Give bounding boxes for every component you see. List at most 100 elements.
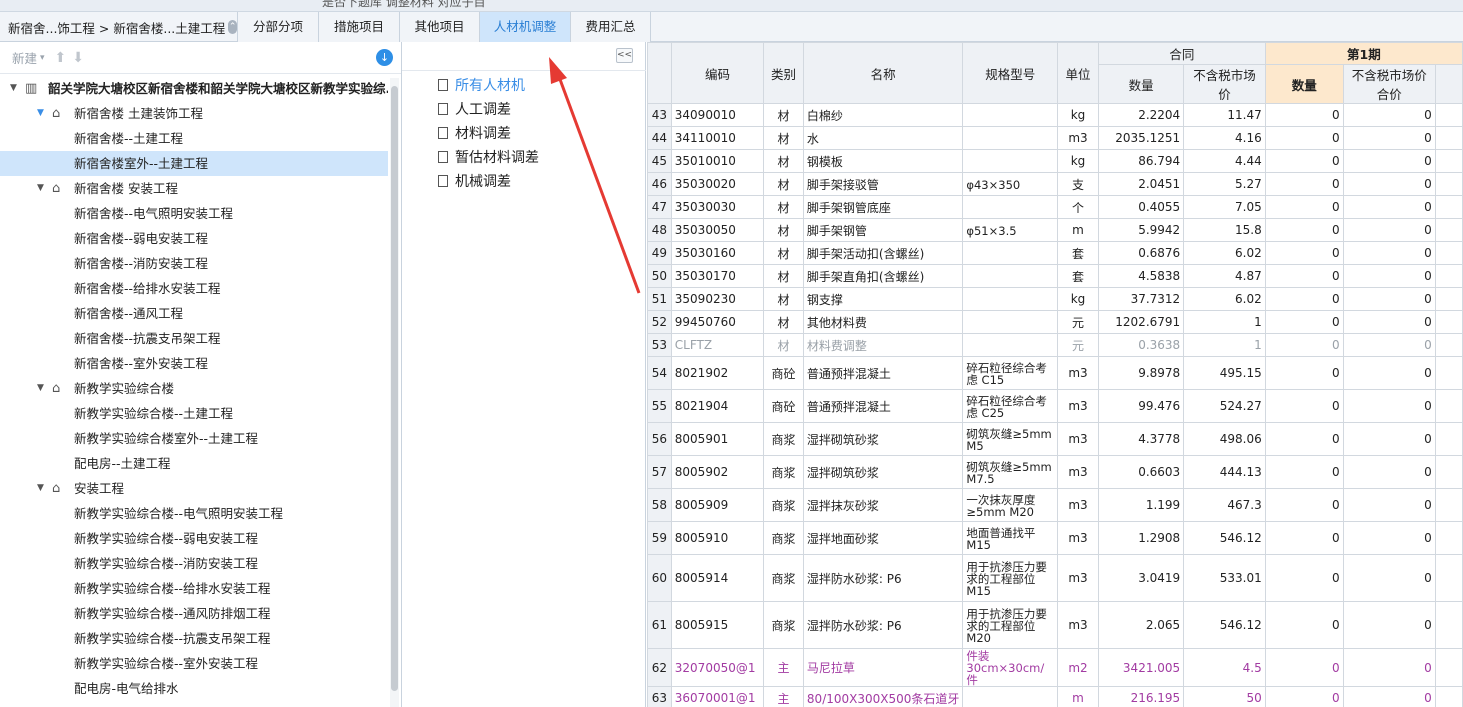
header-price[interactable]: 不含税市场价 xyxy=(1183,64,1266,104)
table-row[interactable]: 55 8021904 商砼 普通预拌混凝土 碎石粒径综合考虑 C25 m3 99.476 52… xyxy=(647,389,1463,423)
cell-name[interactable]: 马尼拉草 xyxy=(802,648,964,687)
cell-code[interactable]: 35030170 xyxy=(670,264,765,288)
breadcrumb[interactable]: 新宿舍...饰工程 > 新宿舍楼...土建工程 ⌃ xyxy=(0,12,238,42)
tab-qita[interactable]: 其他项目 xyxy=(400,12,480,42)
tree-node[interactable]: 新宿舍楼--土建工程 xyxy=(0,126,388,151)
expand-toggle-icon[interactable]: ▼ xyxy=(37,376,44,401)
cell-code[interactable]: 35010010 xyxy=(670,149,765,173)
cell-p1p[interactable]: 0 xyxy=(1342,333,1436,357)
cell-p1q[interactable]: 0 xyxy=(1264,488,1344,522)
tree-node[interactable]: 新宿舍楼室外--土建工程 xyxy=(0,151,388,176)
cell-type[interactable]: 材 xyxy=(763,333,804,357)
table-row[interactable]: 45 35010010 材钢模板 kg 86.794 4.44 0 0 xyxy=(647,149,1463,173)
cell-spec[interactable]: φ43×350 xyxy=(962,172,1059,196)
table-row[interactable]: 59 8005910 商浆 湿拌地面砂浆 地面普通找平 M15 m3 1.2908 546.1… xyxy=(647,521,1463,555)
cell-type[interactable]: 主 xyxy=(763,686,804,707)
cell-type[interactable]: 商浆 xyxy=(763,455,804,489)
cell-spec[interactable]: 碎石粒径综合考虑 C15 xyxy=(962,356,1059,390)
tree-node[interactable]: 配电房-电气给排水 xyxy=(0,676,388,701)
cell-code[interactable]: 36070001@1 xyxy=(670,686,765,707)
tree-scrollbar-thumb[interactable] xyxy=(391,86,398,691)
cell-price[interactable]: 6.02 xyxy=(1183,241,1266,265)
table-row[interactable]: 56 8005901 商浆 湿拌砌筑砂浆 砌筑灰缝≥5mm M5 m3 4.3778 498.… xyxy=(647,422,1463,456)
cell-price[interactable]: 546.12 xyxy=(1183,521,1266,555)
cell-p1p[interactable]: 0 xyxy=(1342,218,1436,242)
cell-unit[interactable]: m3 xyxy=(1057,126,1100,150)
cell-spec[interactable] xyxy=(962,333,1059,357)
cell-code[interactable]: 32070050@1 xyxy=(670,648,765,687)
cell-spec[interactable] xyxy=(962,686,1059,707)
cell-code[interactable]: 35030050 xyxy=(670,218,765,242)
move-up-icon[interactable]: ⬆ xyxy=(55,50,67,66)
tree-node[interactable]: 新宿舍楼--电气照明安装工程 xyxy=(0,201,388,226)
cell-name[interactable]: 湿拌砌筑砂浆 xyxy=(802,455,964,489)
cell-p1p[interactable]: 0 xyxy=(1342,356,1436,390)
tab-feiyong[interactable]: 费用汇总 xyxy=(571,12,651,42)
cell-code[interactable]: 8005901 xyxy=(670,422,765,456)
cell-price[interactable]: 1 xyxy=(1183,310,1266,334)
tree-node[interactable]: ▼ ▥ 韶关学院大塘校区新宿舍楼和韶关学院大塘校区新教学实验综... xyxy=(0,76,388,101)
cell-spec[interactable]: 地面普通找平 M15 xyxy=(962,521,1059,555)
cell-name[interactable]: 水 xyxy=(802,126,964,150)
cell-price[interactable]: 4.16 xyxy=(1183,126,1266,150)
cell-code[interactable]: 35090230 xyxy=(670,287,765,311)
cell-price[interactable]: 546.12 xyxy=(1183,601,1266,649)
cell-qty[interactable]: 2.065 xyxy=(1098,601,1185,649)
cell-unit[interactable]: m3 xyxy=(1057,389,1100,423)
tree-node[interactable]: 新教学实验综合楼--抗震支吊架工程 xyxy=(0,626,388,651)
table-row[interactable]: 47 35030030 材脚手架钢管底座个 0.4055 7.05 0 0 xyxy=(647,195,1463,219)
cell-spec[interactable]: φ51×3.5 xyxy=(962,218,1059,242)
cell-name[interactable]: 80/100X300X500条石道牙 xyxy=(802,686,964,707)
cell-unit[interactable]: m xyxy=(1057,686,1100,707)
cell-p1q[interactable]: 0 xyxy=(1264,172,1344,196)
cell-price[interactable]: 15.8 xyxy=(1183,218,1266,242)
cell-price[interactable]: 4.5 xyxy=(1183,648,1266,687)
cell-name[interactable]: 脚手架钢管 xyxy=(802,218,964,242)
cell-qty[interactable]: 0.4055 xyxy=(1098,195,1185,219)
cell-spec[interactable] xyxy=(962,126,1059,150)
cell-spec[interactable] xyxy=(962,264,1059,288)
cell-name[interactable]: 材料费调整 xyxy=(802,333,964,357)
tree-node[interactable]: 新教学实验综合楼--土建工程 xyxy=(0,401,388,426)
expand-toggle-icon[interactable]: ▼ xyxy=(37,476,44,501)
header-p1-qty[interactable]: 数量 xyxy=(1264,64,1344,104)
cell-price[interactable]: 7.05 xyxy=(1183,195,1266,219)
cell-type[interactable]: 材 xyxy=(763,287,804,311)
cell-spec[interactable]: 碎石粒径综合考虑 C25 xyxy=(962,389,1059,423)
cell-unit[interactable]: 套 xyxy=(1057,241,1100,265)
cell-type[interactable]: 材 xyxy=(763,310,804,334)
cell-qty[interactable]: 0.3638 xyxy=(1098,333,1185,357)
cell-spec[interactable] xyxy=(962,103,1059,127)
tree-node[interactable]: 新教学实验综合楼--弱电安装工程 xyxy=(0,526,388,551)
cell-qty[interactable]: 4.5838 xyxy=(1098,264,1185,288)
cell-qty[interactable]: 2.0451 xyxy=(1098,172,1185,196)
cell-type[interactable]: 商砼 xyxy=(763,356,804,390)
cell-unit[interactable]: m3 xyxy=(1057,601,1100,649)
cell-type[interactable]: 材 xyxy=(763,149,804,173)
category-material[interactable]: 材料调差 xyxy=(438,122,539,146)
cell-name[interactable]: 钢支撑 xyxy=(802,287,964,311)
category-machine[interactable]: 机械调差 xyxy=(438,170,539,194)
cell-type[interactable]: 商浆 xyxy=(763,521,804,555)
cell-price[interactable]: 50 xyxy=(1183,686,1266,707)
cell-p1q[interactable]: 0 xyxy=(1264,521,1344,555)
cell-p1q[interactable]: 0 xyxy=(1264,126,1344,150)
tree-node[interactable]: ▼ ⌂ 新宿舍楼 土建装饰工程 xyxy=(0,101,388,126)
table-row[interactable]: 62 32070050@1 主马尼拉草 件装 30cm×30cm/件 m2 3421.00… xyxy=(647,648,1463,687)
header-qty[interactable]: 数量 xyxy=(1098,64,1185,104)
cell-name[interactable]: 脚手架接驳管 xyxy=(802,172,964,196)
tree-node[interactable]: 新教学实验综合楼--室外安装工程 xyxy=(0,651,388,676)
cell-price[interactable]: 444.13 xyxy=(1183,455,1266,489)
cell-price[interactable]: 524.27 xyxy=(1183,389,1266,423)
cell-p1p[interactable]: 0 xyxy=(1342,149,1436,173)
tree-node[interactable]: 新宿舍楼--弱电安装工程 xyxy=(0,226,388,251)
cell-type[interactable]: 材 xyxy=(763,218,804,242)
cell-unit[interactable]: m3 xyxy=(1057,422,1100,456)
cell-code[interactable]: 35030020 xyxy=(670,172,765,196)
cell-spec[interactable]: 砌筑灰缝≥5mm M5 xyxy=(962,422,1059,456)
cell-type[interactable]: 商浆 xyxy=(763,554,804,602)
cell-p1q[interactable]: 0 xyxy=(1264,241,1344,265)
tree-node[interactable]: 新教学实验综合楼--给排水安装工程 xyxy=(0,576,388,601)
new-dropdown-icon[interactable]: ▾ xyxy=(40,53,45,63)
cell-unit[interactable]: m3 xyxy=(1057,455,1100,489)
